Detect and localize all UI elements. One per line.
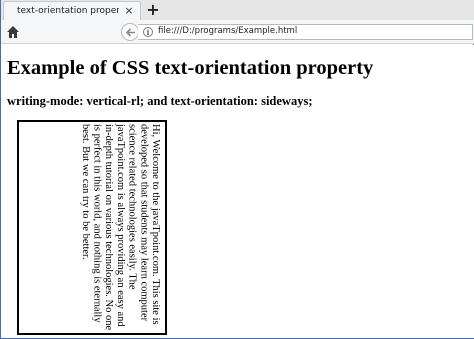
url-bar[interactable]: i file:///D:/programs/Example.html	[138, 24, 473, 40]
tab-title: text-orientation property	[17, 6, 119, 16]
page-subtitle: writing-mode: vertical-rl; and text-orie…	[7, 94, 313, 108]
tab-active[interactable]: text-orientation property ×	[3, 1, 141, 20]
page-content: Example of CSS text-orientation property…	[2, 45, 474, 338]
home-icon[interactable]	[6, 25, 20, 39]
browser-window: text-orientation property × + i file:///…	[0, 0, 474, 339]
vertical-text-box: Hi, Welcome to the javaTpoint.com. This …	[17, 120, 167, 335]
url-text[interactable]: file:///D:/programs/Example.html	[158, 26, 297, 36]
page-title: Example of CSS text-orientation property	[7, 57, 374, 79]
tab-strip: text-orientation property × +	[1, 0, 474, 20]
new-tab-icon[interactable]: +	[144, 1, 162, 19]
close-icon[interactable]: ×	[123, 5, 135, 17]
vertical-paragraph: Hi, Welcome to the javaTpoint.com. This …	[79, 124, 161, 331]
navigation-bar: i file:///D:/programs/Example.html	[1, 20, 474, 44]
info-icon[interactable]: i	[143, 27, 153, 37]
back-arrow-icon	[125, 28, 135, 37]
back-button[interactable]	[121, 23, 139, 41]
